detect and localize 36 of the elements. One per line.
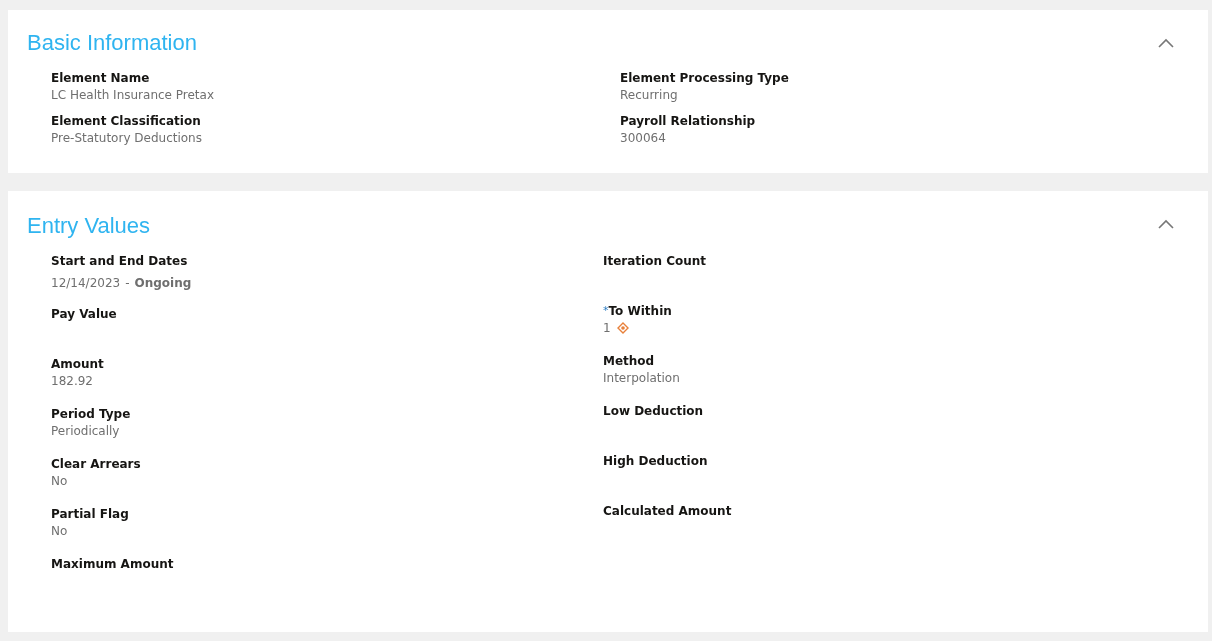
field-value: No (51, 474, 68, 488)
field-label: Start and End Dates (51, 254, 188, 268)
field-label: Clear Arrears (51, 457, 141, 471)
field-label: Element Processing Type (620, 71, 789, 85)
field-label: Amount (51, 357, 104, 371)
field-value: 182.92 (51, 374, 93, 388)
date-separator: - (125, 276, 130, 290)
field-label: Calculated Amount (603, 504, 732, 518)
collapse-icon[interactable] (1158, 219, 1174, 229)
collapse-icon[interactable] (1158, 38, 1174, 48)
field-value: Periodically (51, 424, 120, 438)
section-title: Entry Values (27, 213, 151, 239)
field-label: Element Classification (51, 114, 201, 128)
field-value: Interpolation (603, 371, 680, 385)
field-label: High Deduction (603, 454, 708, 468)
start-date: 12/14/2023 (51, 276, 121, 290)
field-value: Recurring (620, 88, 678, 102)
required-mark: * (603, 304, 609, 317)
field-label: Period Type (51, 407, 131, 421)
field-label: Partial Flag (51, 507, 129, 521)
field-label: To Within (608, 304, 672, 318)
warning-icon[interactable] (616, 322, 629, 334)
field-label: Pay Value (51, 307, 117, 321)
field-value: LC Health Insurance Pretax (51, 88, 215, 102)
section-title: Basic Information (27, 30, 197, 56)
field-label: Low Deduction (603, 404, 704, 418)
field-value: No (51, 524, 68, 538)
end-date: Ongoing (134, 276, 192, 290)
field-label: Maximum Amount (51, 557, 174, 571)
field-value: Pre-Statutory Deductions (51, 131, 202, 145)
field-label: Element Name (51, 71, 150, 85)
field-label: Iteration Count (603, 254, 707, 268)
field-value: 1 (603, 321, 611, 335)
field-label: Method (603, 354, 655, 368)
field-label: Payroll Relationship (620, 114, 756, 128)
field-value: 300064 (620, 131, 666, 145)
